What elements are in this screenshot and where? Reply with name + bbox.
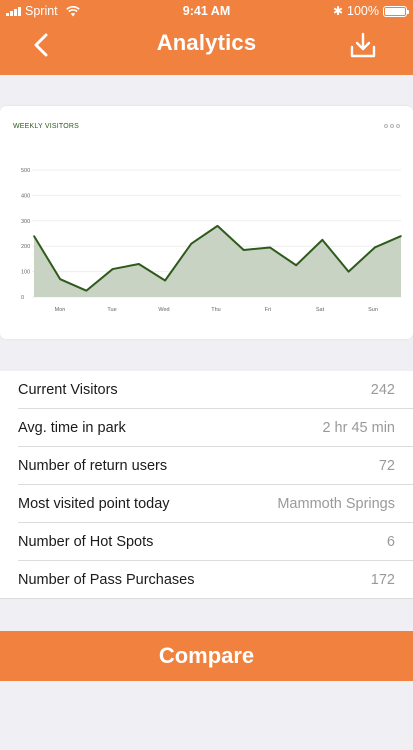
stat-label: Current Visitors [18, 382, 118, 398]
data-point [111, 268, 114, 270]
data-point [190, 242, 193, 245]
x-tick-label: Fri [265, 307, 271, 313]
nav-bar: Analytics [0, 22, 413, 68]
stat-value: Mammoth Springs [277, 496, 395, 512]
download-icon[interactable] [349, 31, 377, 59]
data-point [59, 278, 62, 281]
header: Sprint 9:41 AM ✱ 100% Analytics [0, 0, 413, 75]
analytics-screen: Sprint 9:41 AM ✱ 100% Analytics WEEKLY V… [0, 0, 413, 750]
stat-label: Avg. time in park [18, 420, 126, 436]
stat-value: 242 [370, 382, 395, 398]
stat-label: Number of Hot Spots [18, 534, 154, 550]
data-point [373, 246, 376, 249]
stat-value: 72 [378, 458, 395, 474]
y-tick-label: 200 [21, 244, 30, 250]
battery-percent: 100% [347, 4, 379, 18]
stat-value: 172 [370, 572, 395, 588]
data-point [216, 225, 219, 227]
y-tick-label: 400 [21, 193, 30, 199]
data-point [33, 235, 35, 237]
x-tick-label: Tue [107, 307, 116, 313]
data-point [85, 289, 88, 292]
series-area [34, 225, 401, 297]
stat-row: Most visited point today Mammoth Springs [0, 485, 413, 523]
y-tick-label: 100 [21, 270, 30, 276]
stat-label: Number of Pass Purchases [18, 572, 195, 588]
stat-row: Number of Hot Spots 6 [0, 523, 413, 561]
data-point [138, 263, 140, 265]
stats-list: Current Visitors 242 Avg. time in park 2 hr… [0, 371, 413, 599]
data-point [164, 279, 166, 282]
x-tick-label: Sat [316, 307, 325, 313]
battery-icon [383, 5, 409, 17]
stat-row: Number of Pass Purchases 172 [0, 561, 413, 599]
stat-value: 6 [386, 534, 395, 550]
y-tick-label: 300 [21, 219, 30, 225]
weekly-visitors-card: WEEKLY VISITORS 0 100 200 300 400 500 Mon Tue We… [0, 106, 413, 339]
x-tick-label: Thu [211, 307, 220, 313]
row-divider [0, 598, 413, 599]
x-tick-label: Mon [55, 307, 66, 313]
y-tick-label: 500 [21, 168, 30, 174]
data-point [347, 270, 350, 273]
weekly-visitors-chart: 0 100 200 300 400 500 Mon Tue Wed Thu Fri Sat Sun [21, 168, 402, 313]
x-tick-label: Wed [158, 307, 169, 313]
data-point [400, 235, 402, 237]
stat-row: Avg. time in park 2 hr 45 min [0, 409, 413, 447]
battery-fill [385, 7, 405, 15]
stat-label: Number of return users [18, 458, 168, 474]
data-point [242, 249, 245, 251]
stat-label: Most visited point today [18, 496, 170, 512]
stat-row: Number of return users 72 [0, 447, 413, 485]
bluetooth-icon: ✱ [332, 4, 344, 18]
y-tick-label: 0 [21, 295, 24, 301]
compare-button[interactable]: Compare [0, 631, 413, 681]
x-tick-label: Sun [368, 307, 378, 313]
data-point [269, 246, 271, 249]
data-point [295, 264, 297, 267]
status-bar: Sprint 9:41 AM ✱ 100% [0, 0, 413, 22]
data-point [321, 239, 324, 241]
stat-value: 2 hr 45 min [322, 420, 395, 436]
stat-row: Current Visitors 242 [0, 371, 413, 409]
status-right: ✱ 100% [332, 0, 409, 22]
